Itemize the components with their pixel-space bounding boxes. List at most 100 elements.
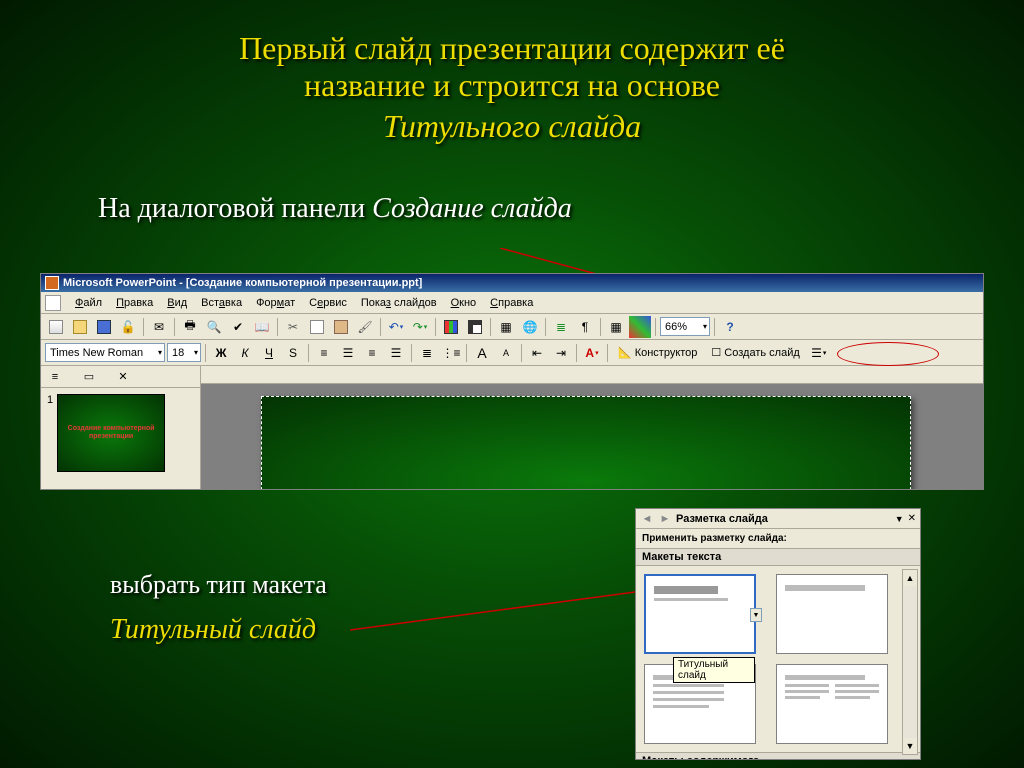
research-button[interactable]: 📖 bbox=[251, 316, 273, 338]
layout-grid: ▼ Титульный слайд bbox=[636, 566, 920, 752]
layout-title-only[interactable] bbox=[776, 574, 888, 654]
separator bbox=[308, 344, 309, 362]
menu-tools[interactable]: Сервис bbox=[303, 295, 353, 311]
numbering-button[interactable]: ≣ bbox=[416, 342, 438, 364]
thumbnails-panel: 1 Создание компьютерной презентации bbox=[41, 388, 200, 478]
pane-subtitle: Применить разметку слайда: bbox=[636, 529, 920, 548]
slides-outline-pane: ≡ ▭ ✕ 1 Создание компьютерной презентаци… bbox=[41, 366, 201, 489]
menu-view[interactable]: Вид bbox=[161, 295, 193, 311]
show-grid-button[interactable]: ▦ bbox=[605, 316, 627, 338]
separator bbox=[277, 318, 278, 336]
expand-all-button[interactable]: ≣ bbox=[550, 316, 572, 338]
design-button[interactable]: 📐 Конструктор bbox=[612, 342, 703, 364]
insert-table-button[interactable] bbox=[464, 316, 486, 338]
layout-title-text[interactable]: Титульный слайд bbox=[644, 664, 756, 744]
print-button[interactable]: 🖶 bbox=[179, 316, 201, 338]
align-center-button[interactable]: ☰ bbox=[337, 342, 359, 364]
body-intro-plain: На диалоговой панели bbox=[98, 193, 365, 224]
underline-button[interactable]: Ч bbox=[258, 342, 280, 364]
toolbar-formatting: Times New Roman 18 Ж К Ч S ≡ ☰ ≡ ☰ ≣ ⋮≡ … bbox=[41, 340, 983, 366]
separator bbox=[174, 318, 175, 336]
slide-canvas-area bbox=[201, 366, 983, 489]
open-button[interactable] bbox=[69, 316, 91, 338]
increase-indent-button[interactable]: ⇥ bbox=[550, 342, 572, 364]
window-title: Microsoft PowerPoint - [Создание компьют… bbox=[63, 277, 422, 289]
menu-help[interactable]: Справка bbox=[484, 295, 539, 311]
title-line-1: Первый слайд презентации содержит её bbox=[0, 30, 1024, 67]
highlight-ellipse bbox=[837, 342, 939, 366]
align-right-button[interactable]: ≡ bbox=[361, 342, 383, 364]
mail-button[interactable]: ✉ bbox=[148, 316, 170, 338]
help-button[interactable]: ? bbox=[719, 316, 741, 338]
save-button[interactable] bbox=[93, 316, 115, 338]
arrow-to-layout bbox=[350, 560, 670, 640]
layout-two-column-text[interactable] bbox=[776, 664, 888, 744]
increase-font-button[interactable]: A bbox=[471, 342, 493, 364]
window-titlebar: Microsoft PowerPoint - [Создание компьют… bbox=[41, 274, 983, 292]
menu-insert[interactable]: Вставка bbox=[195, 295, 248, 311]
separator bbox=[380, 318, 381, 336]
thumbnail-title: Создание компьютерной презентации bbox=[66, 425, 156, 440]
redo-button[interactable]: ↷▾ bbox=[409, 316, 431, 338]
separator bbox=[545, 318, 546, 336]
pane-back-icon[interactable]: ◄ bbox=[640, 512, 654, 526]
shadow-button[interactable]: S bbox=[282, 342, 304, 364]
separator bbox=[411, 344, 412, 362]
layout-title-slide[interactable]: ▼ bbox=[644, 574, 756, 654]
copy-button[interactable] bbox=[306, 316, 328, 338]
format-painter-button[interactable]: 🖌 bbox=[354, 316, 376, 338]
decrease-indent-button[interactable]: ⇤ bbox=[526, 342, 548, 364]
color-grayscale-button[interactable] bbox=[629, 316, 651, 338]
bullets-button[interactable]: ⋮≡ bbox=[440, 342, 462, 364]
undo-button[interactable]: ↶▾ bbox=[385, 316, 407, 338]
zoom-combo[interactable]: 66% bbox=[660, 317, 710, 336]
pane-forward-icon[interactable]: ► bbox=[658, 512, 672, 526]
menu-edit[interactable]: Правка bbox=[110, 295, 159, 311]
separator bbox=[205, 344, 206, 362]
tables-borders-button[interactable]: ▦ bbox=[495, 316, 517, 338]
slide-canvas[interactable] bbox=[261, 396, 911, 490]
pane-scrollbar[interactable]: ▲ ▼ bbox=[902, 569, 918, 755]
separator bbox=[607, 344, 608, 362]
paste-button[interactable] bbox=[330, 316, 352, 338]
insert-chart-button[interactable] bbox=[440, 316, 462, 338]
body-intro-em: Создание слайда bbox=[372, 193, 572, 224]
italic-button[interactable]: К bbox=[234, 342, 256, 364]
menu-file[interactable]: Файл bbox=[69, 295, 108, 311]
menu-window[interactable]: Окно bbox=[445, 295, 483, 311]
show-formatting-button[interactable]: ¶ bbox=[574, 316, 596, 338]
body-choose-text: выбрать тип макета bbox=[110, 570, 327, 600]
powerpoint-icon bbox=[45, 276, 59, 290]
permission-button[interactable]: 🔓 bbox=[117, 316, 139, 338]
slide-thumbnail[interactable]: Создание компьютерной презентации bbox=[57, 394, 165, 472]
new-slide-button[interactable]: ☐ Создать слайд bbox=[705, 342, 805, 364]
spelling-button[interactable]: ✔ bbox=[227, 316, 249, 338]
print-preview-button[interactable]: 🔍 bbox=[203, 316, 225, 338]
align-left-button[interactable]: ≡ bbox=[313, 342, 335, 364]
toolbar-options-button[interactable]: ☰▾ bbox=[808, 342, 830, 364]
scroll-down-icon[interactable]: ▼ bbox=[903, 738, 917, 754]
scroll-up-icon[interactable]: ▲ bbox=[903, 570, 917, 586]
layout-options-icon[interactable]: ▼ bbox=[750, 608, 762, 622]
outline-tab-icon[interactable]: ≡ bbox=[47, 370, 63, 384]
decrease-font-button[interactable]: A bbox=[495, 342, 517, 364]
new-doc-button[interactable] bbox=[45, 316, 67, 338]
menu-slideshow[interactable]: Показ слайдов bbox=[355, 295, 443, 311]
pane-close-icon[interactable]: ✕ bbox=[908, 513, 916, 524]
insert-hyperlink-button[interactable]: 🌐 bbox=[519, 316, 541, 338]
section-text-layouts: Макеты текста bbox=[636, 548, 920, 566]
font-size-combo[interactable]: 18 bbox=[167, 343, 201, 362]
cut-button[interactable]: ✂ bbox=[282, 316, 304, 338]
pane-dropdown-icon[interactable]: ▼ bbox=[895, 514, 904, 524]
menu-format[interactable]: Формат bbox=[250, 295, 301, 311]
separator bbox=[466, 344, 467, 362]
font-color-button[interactable]: A▾ bbox=[581, 342, 603, 364]
separator bbox=[576, 344, 577, 362]
distributed-button[interactable]: ☰ bbox=[385, 342, 407, 364]
slides-tab-icon[interactable]: ▭ bbox=[81, 370, 97, 384]
bold-button[interactable]: Ж bbox=[210, 342, 232, 364]
slide-title: Первый слайд презентации содержит её наз… bbox=[0, 0, 1024, 145]
pane-title: Разметка слайда bbox=[676, 513, 891, 525]
font-name-combo[interactable]: Times New Roman bbox=[45, 343, 165, 362]
pane-close-icon[interactable]: ✕ bbox=[115, 370, 131, 384]
